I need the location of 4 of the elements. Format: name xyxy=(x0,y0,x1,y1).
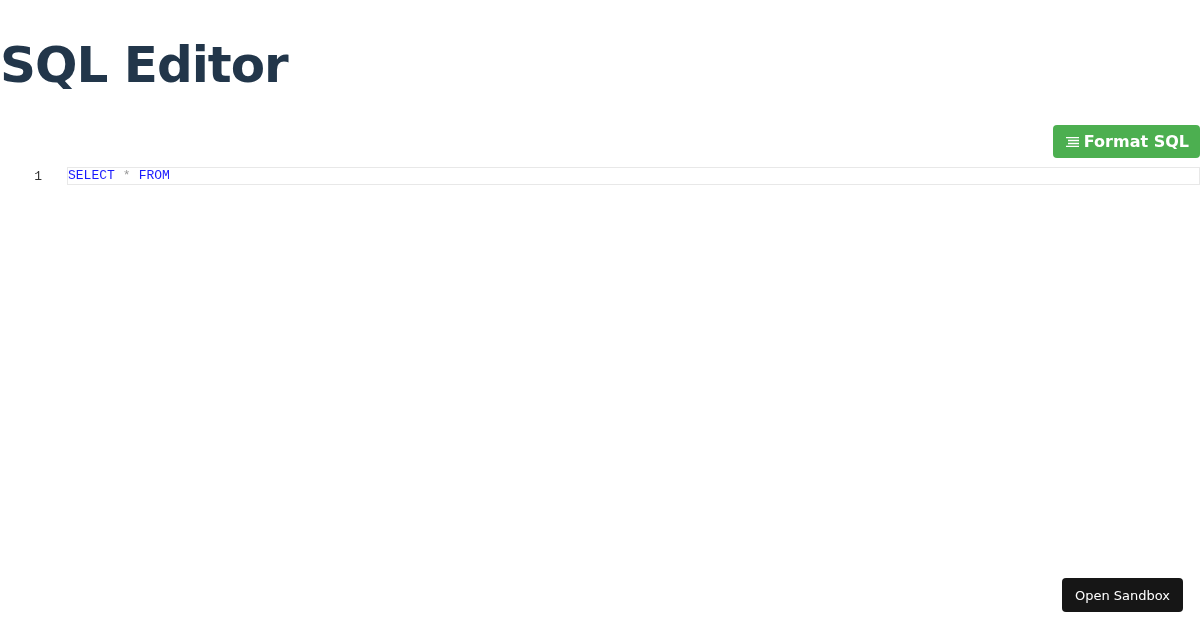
open-sandbox-button[interactable]: Open Sandbox xyxy=(1061,578,1183,612)
line-number: 1 xyxy=(33,168,43,184)
lines-icon xyxy=(1065,136,1079,147)
page-title: SQL Editor xyxy=(0,35,290,96)
